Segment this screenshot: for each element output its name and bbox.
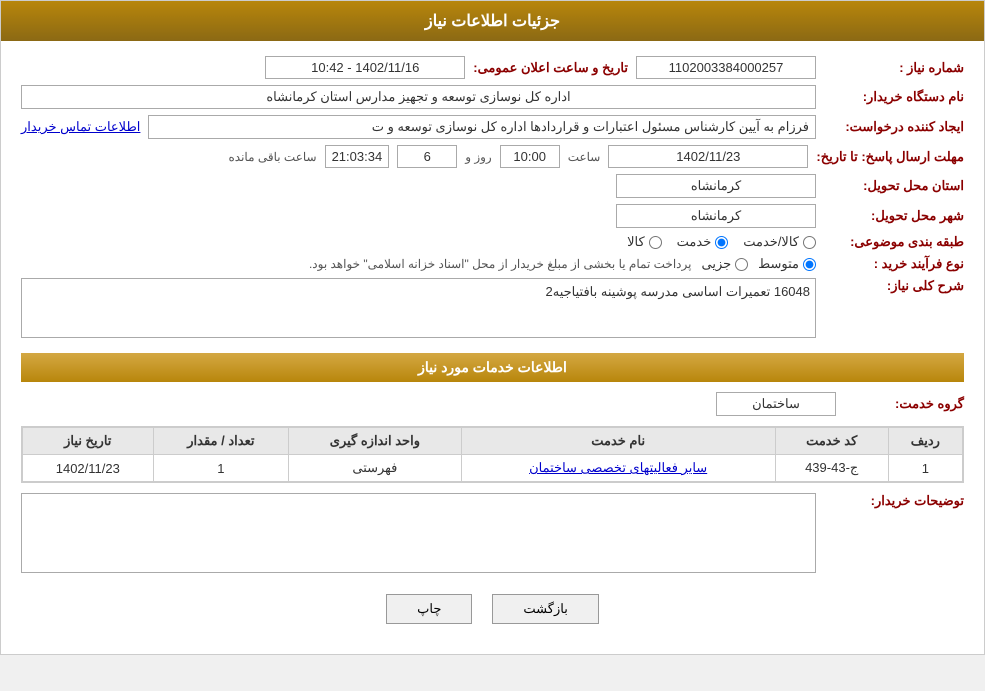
- purchase-type-label: نوع فرآیند خرید :: [824, 256, 964, 272]
- col-unit: واحد اندازه گیری: [289, 428, 462, 455]
- deadline-day-label: روز و: [465, 150, 492, 164]
- footer-buttons: بازگشت چاپ: [21, 579, 964, 639]
- purchase-jozi-radio[interactable]: [735, 258, 748, 271]
- city-label: شهر محل تحویل:: [824, 208, 964, 224]
- buyer-org-label: نام دستگاه خریدار:: [824, 89, 964, 105]
- deadline-label: مهلت ارسال پاسخ: تا تاریخ:: [816, 149, 964, 165]
- province-label: استان محل تحویل:: [824, 178, 964, 194]
- col-service-code: کد خدمت: [775, 428, 888, 455]
- purchase-jozi[interactable]: جزیی: [701, 256, 748, 272]
- need-number-row: شماره نیاز : 1102003384000257 تاریخ و سا…: [21, 56, 964, 79]
- purchase-jozi-label: جزیی: [701, 256, 731, 272]
- category-kala-label: کالا: [627, 234, 645, 250]
- need-desc-value: 16048 تعمیرات اساسی مدرسه پوشینه بافتیاج…: [21, 278, 816, 338]
- buyer-org-value: اداره کل نوسازی توسعه و تجهیز مدارس استا…: [21, 85, 816, 109]
- city-row: شهر محل تحویل: کرمانشاه: [21, 204, 964, 228]
- deadline-date: 1402/11/23: [608, 145, 808, 168]
- category-khedmat-radio[interactable]: [715, 236, 728, 249]
- creator-link[interactable]: اطلاعات تماس خریدار: [21, 119, 140, 135]
- buyer-org-row: نام دستگاه خریدار: اداره کل نوسازی توسعه…: [21, 85, 964, 109]
- table-row: 1 ج-43-439 سایر فعالیتهای تخصصی ساختمان …: [23, 455, 963, 482]
- table-header-row: ردیف کد خدمت نام خدمت واحد اندازه گیری ت…: [23, 428, 963, 455]
- purchase-motavasset[interactable]: متوسط: [758, 256, 816, 272]
- category-row: طبقه بندی موضوعی: کالا/خدمت خدمت کالا: [21, 234, 964, 250]
- cell-service-code: ج-43-439: [775, 455, 888, 482]
- need-desc-label: شرح کلی نیاز:: [824, 278, 964, 294]
- announcement-label: تاریخ و ساعت اعلان عمومی:: [473, 60, 628, 76]
- creator-value: فرزام به آیین کارشناس مسئول اعتبارات و ق…: [148, 115, 816, 139]
- category-kala-radio[interactable]: [649, 236, 662, 249]
- city-value: کرمانشاه: [616, 204, 816, 228]
- buyer-desc-row: توضیحات خریدار:: [21, 493, 964, 573]
- service-group-row: گروه خدمت: ساختمان: [21, 392, 964, 416]
- buyer-desc-textarea[interactable]: [21, 493, 816, 573]
- col-service-name: نام خدمت: [461, 428, 775, 455]
- category-kala-khedmat-radio[interactable]: [803, 236, 816, 249]
- deadline-row: مهلت ارسال پاسخ: تا تاریخ: 1402/11/23 سا…: [21, 145, 964, 168]
- cell-service-name[interactable]: سایر فعالیتهای تخصصی ساختمان: [461, 455, 775, 482]
- need-number-label: شماره نیاز :: [824, 60, 964, 76]
- services-table-container: ردیف کد خدمت نام خدمت واحد اندازه گیری ت…: [21, 426, 964, 483]
- purchase-type-group: متوسط جزیی پرداخت تمام یا بخشی از مبلغ خ…: [309, 256, 816, 272]
- services-table: ردیف کد خدمت نام خدمت واحد اندازه گیری ت…: [22, 427, 963, 482]
- province-value: کرمانشاه: [616, 174, 816, 198]
- category-kala-khedmat-label: کالا/خدمت: [743, 234, 799, 250]
- category-khedmat[interactable]: خدمت: [677, 234, 729, 250]
- need-number-value: 1102003384000257: [636, 56, 816, 79]
- category-label: طبقه بندی موضوعی:: [824, 234, 964, 250]
- category-radio-group: کالا/خدمت خدمت کالا: [627, 234, 816, 250]
- creator-label: ایجاد کننده درخواست:: [824, 119, 964, 135]
- cell-row-num: 1: [888, 455, 962, 482]
- deadline-time: 10:00: [500, 145, 560, 168]
- deadline-time-label: ساعت: [568, 150, 601, 164]
- purchase-type-note: پرداخت تمام یا بخشی از مبلغ خریدار از مح…: [309, 257, 692, 271]
- col-date: تاریخ نیاز: [23, 428, 154, 455]
- page-header: جزئیات اطلاعات نیاز: [1, 1, 984, 41]
- back-button[interactable]: بازگشت: [492, 594, 598, 624]
- purchase-type-row: نوع فرآیند خرید : متوسط جزیی پرداخت تمام…: [21, 256, 964, 272]
- service-group-label: گروه خدمت:: [844, 396, 964, 412]
- col-quantity: تعداد / مقدار: [153, 428, 289, 455]
- province-row: استان محل تحویل: کرمانشاه: [21, 174, 964, 198]
- print-button[interactable]: چاپ: [386, 594, 472, 624]
- purchase-motavasset-radio[interactable]: [803, 258, 816, 271]
- service-group-value: ساختمان: [716, 392, 836, 416]
- buyer-desc-label: توضیحات خریدار:: [824, 493, 964, 509]
- category-kala-khedmat[interactable]: کالا/خدمت: [743, 234, 816, 250]
- col-row-num: ردیف: [888, 428, 962, 455]
- cell-quantity: 1: [153, 455, 289, 482]
- cell-unit: فهرستی: [289, 455, 462, 482]
- deadline-remaining: 21:03:34: [325, 145, 390, 168]
- page-title: جزئیات اطلاعات نیاز: [425, 13, 560, 30]
- deadline-remaining-label: ساعت باقی مانده: [229, 150, 317, 164]
- announcement-value: 1402/11/16 - 10:42: [265, 56, 465, 79]
- services-section-title: اطلاعات خدمات مورد نیاز: [21, 353, 964, 382]
- purchase-motavasset-label: متوسط: [758, 256, 799, 272]
- creator-row: ایجاد کننده درخواست: فرزام به آیین کارشن…: [21, 115, 964, 139]
- need-desc-row: شرح کلی نیاز: 16048 تعمیرات اساسی مدرسه …: [21, 278, 964, 338]
- deadline-days: 6: [397, 145, 457, 168]
- cell-date: 1402/11/23: [23, 455, 154, 482]
- category-kala[interactable]: کالا: [627, 234, 662, 250]
- service-name-link[interactable]: سایر فعالیتهای تخصصی ساختمان: [529, 460, 707, 475]
- category-khedmat-label: خدمت: [677, 234, 712, 250]
